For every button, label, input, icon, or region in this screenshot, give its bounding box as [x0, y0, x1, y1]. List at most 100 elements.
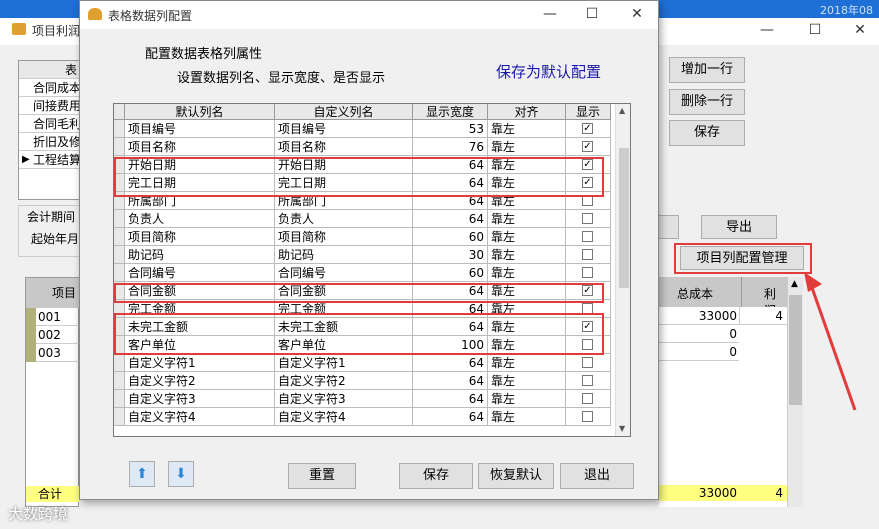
cell-align[interactable]: 靠左 [488, 408, 566, 426]
cell-custom-name[interactable]: 自定义字符1 [275, 354, 413, 372]
table-row[interactable]: 自定义字符1 自定义字符1 64 靠左 [114, 354, 614, 372]
show-checkbox[interactable] [582, 213, 593, 224]
row-indicator[interactable] [114, 120, 125, 138]
cell-align[interactable]: 靠左 [488, 120, 566, 138]
cell-align[interactable]: 靠左 [488, 372, 566, 390]
grid-scroll-down-icon[interactable]: ▼ [619, 424, 625, 433]
table-row[interactable]: 负责人 负责人 64 靠左 [114, 210, 614, 228]
delete-row-button[interactable]: 删除一行 [669, 89, 745, 115]
show-checkbox[interactable] [582, 267, 593, 278]
cell-custom-name[interactable]: 自定义字符3 [275, 390, 413, 408]
grid-scroll-up-icon[interactable]: ▲ [619, 106, 625, 115]
show-checkbox[interactable] [582, 357, 593, 368]
show-checkbox[interactable]: ✓ [582, 141, 593, 152]
save-button[interactable]: 保存 [669, 120, 745, 146]
cell-default-name[interactable]: 自定义字符4 [125, 408, 275, 426]
cell-custom-name[interactable]: 自定义字符4 [275, 408, 413, 426]
maximize-icon[interactable]: ☐ [800, 20, 830, 40]
cell-width[interactable]: 53 [413, 120, 488, 138]
cell-align[interactable]: 靠左 [488, 264, 566, 282]
row-indicator[interactable] [114, 228, 125, 246]
add-row-button[interactable]: 增加一行 [669, 57, 745, 83]
table-row[interactable]: 项目编号 项目编号 53 靠左 ✓ [114, 120, 614, 138]
cell-align[interactable]: 靠左 [488, 390, 566, 408]
show-checkbox[interactable] [582, 249, 593, 260]
reset-button[interactable]: 重置 [288, 463, 356, 489]
show-checkbox[interactable] [582, 411, 593, 422]
cell-default-name[interactable]: 自定义字符2 [125, 372, 275, 390]
restore-default-button[interactable]: 恢复默认 [478, 463, 554, 489]
exit-button[interactable]: 退出 [560, 463, 634, 489]
table-row[interactable]: 自定义字符3 自定义字符3 64 靠左 [114, 390, 614, 408]
close-icon[interactable]: ✕ [845, 20, 875, 40]
cell-width[interactable]: 60 [413, 228, 488, 246]
cell-width[interactable]: 60 [413, 264, 488, 282]
cell-custom-name[interactable]: 项目名称 [275, 138, 413, 156]
show-checkbox[interactable] [582, 375, 593, 386]
list-item[interactable]: 间接费用 [19, 97, 83, 115]
row-indicator[interactable] [114, 264, 125, 282]
cell-default-name[interactable]: 助记码 [125, 246, 275, 264]
table-row[interactable]: 助记码 助记码 30 靠左 [114, 246, 614, 264]
list-item[interactable]: 合同毛利 [19, 115, 83, 133]
list-item[interactable]: 合同成本 [19, 79, 83, 97]
cell-width[interactable]: 64 [413, 408, 488, 426]
show-checkbox[interactable] [582, 231, 593, 242]
table-row[interactable]: 项目名称 项目名称 76 靠左 ✓ [114, 138, 614, 156]
cell-default-name[interactable]: 自定义字符3 [125, 390, 275, 408]
cell-custom-name[interactable]: 自定义字符2 [275, 372, 413, 390]
table-row[interactable]: 项目简称 项目简称 60 靠左 [114, 228, 614, 246]
cell-width[interactable]: 64 [413, 354, 488, 372]
scroll-up-icon[interactable]: ▲ [791, 279, 798, 289]
cell-show [566, 390, 611, 408]
table-row[interactable]: 自定义字符2 自定义字符2 64 靠左 [114, 372, 614, 390]
table-row[interactable]: 合同编号 合同编号 60 靠左 [114, 264, 614, 282]
cell-custom-name[interactable]: 负责人 [275, 210, 413, 228]
cell-align[interactable]: 靠左 [488, 138, 566, 156]
cell-width[interactable]: 30 [413, 246, 488, 264]
row-indicator[interactable] [114, 372, 125, 390]
grid-scroll-thumb[interactable] [619, 148, 629, 288]
move-down-button[interactable]: ⬇ [168, 461, 194, 487]
cell-default-name[interactable]: 项目名称 [125, 138, 275, 156]
cell-align[interactable]: 靠左 [488, 246, 566, 264]
table-cell: 0 [659, 343, 739, 361]
list-item[interactable]: 折旧及修 [19, 133, 83, 151]
cell-width[interactable]: 64 [413, 210, 488, 228]
show-checkbox[interactable]: ✓ [582, 123, 593, 134]
cell-default-name[interactable]: 项目编号 [125, 120, 275, 138]
cell-custom-name[interactable]: 项目编号 [275, 120, 413, 138]
dialog-minimize-icon[interactable]: — [535, 4, 565, 24]
cell-default-name[interactable]: 自定义字符1 [125, 354, 275, 372]
row-indicator[interactable] [114, 354, 125, 372]
cell-custom-name[interactable]: 助记码 [275, 246, 413, 264]
dialog-close-icon[interactable]: ✕ [622, 4, 652, 24]
move-up-button[interactable]: ⬆ [129, 461, 155, 487]
grid-scrollbar[interactable]: ▲ ▼ [615, 104, 630, 436]
hidden-button-edge[interactable] [659, 215, 679, 239]
cell-align[interactable]: 靠左 [488, 228, 566, 246]
save-config-button[interactable]: 保存 [399, 463, 473, 489]
cell-default-name[interactable]: 合同编号 [125, 264, 275, 282]
save-default-link[interactable]: 保存为默认配置 [496, 61, 601, 82]
row-indicator[interactable] [114, 246, 125, 264]
table-row[interactable]: 自定义字符4 自定义字符4 64 靠左 [114, 408, 614, 426]
cell-custom-name[interactable]: 合同编号 [275, 264, 413, 282]
cell-custom-name[interactable]: 项目简称 [275, 228, 413, 246]
cell-align[interactable]: 靠左 [488, 354, 566, 372]
dialog-title: 表格数据列配置 [108, 9, 193, 23]
cell-width[interactable]: 76 [413, 138, 488, 156]
row-indicator[interactable] [114, 138, 125, 156]
cell-align[interactable]: 靠左 [488, 210, 566, 228]
dialog-maximize-icon[interactable]: ☐ [577, 4, 607, 24]
cell-default-name[interactable]: 负责人 [125, 210, 275, 228]
cell-width[interactable]: 64 [413, 390, 488, 408]
row-indicator[interactable] [114, 390, 125, 408]
row-indicator[interactable] [114, 408, 125, 426]
show-checkbox[interactable] [582, 393, 593, 404]
export-button[interactable]: 导出 [701, 215, 777, 239]
cell-default-name[interactable]: 项目简称 [125, 228, 275, 246]
minimize-icon[interactable]: — [752, 20, 782, 40]
cell-width[interactable]: 64 [413, 372, 488, 390]
row-indicator[interactable] [114, 210, 125, 228]
